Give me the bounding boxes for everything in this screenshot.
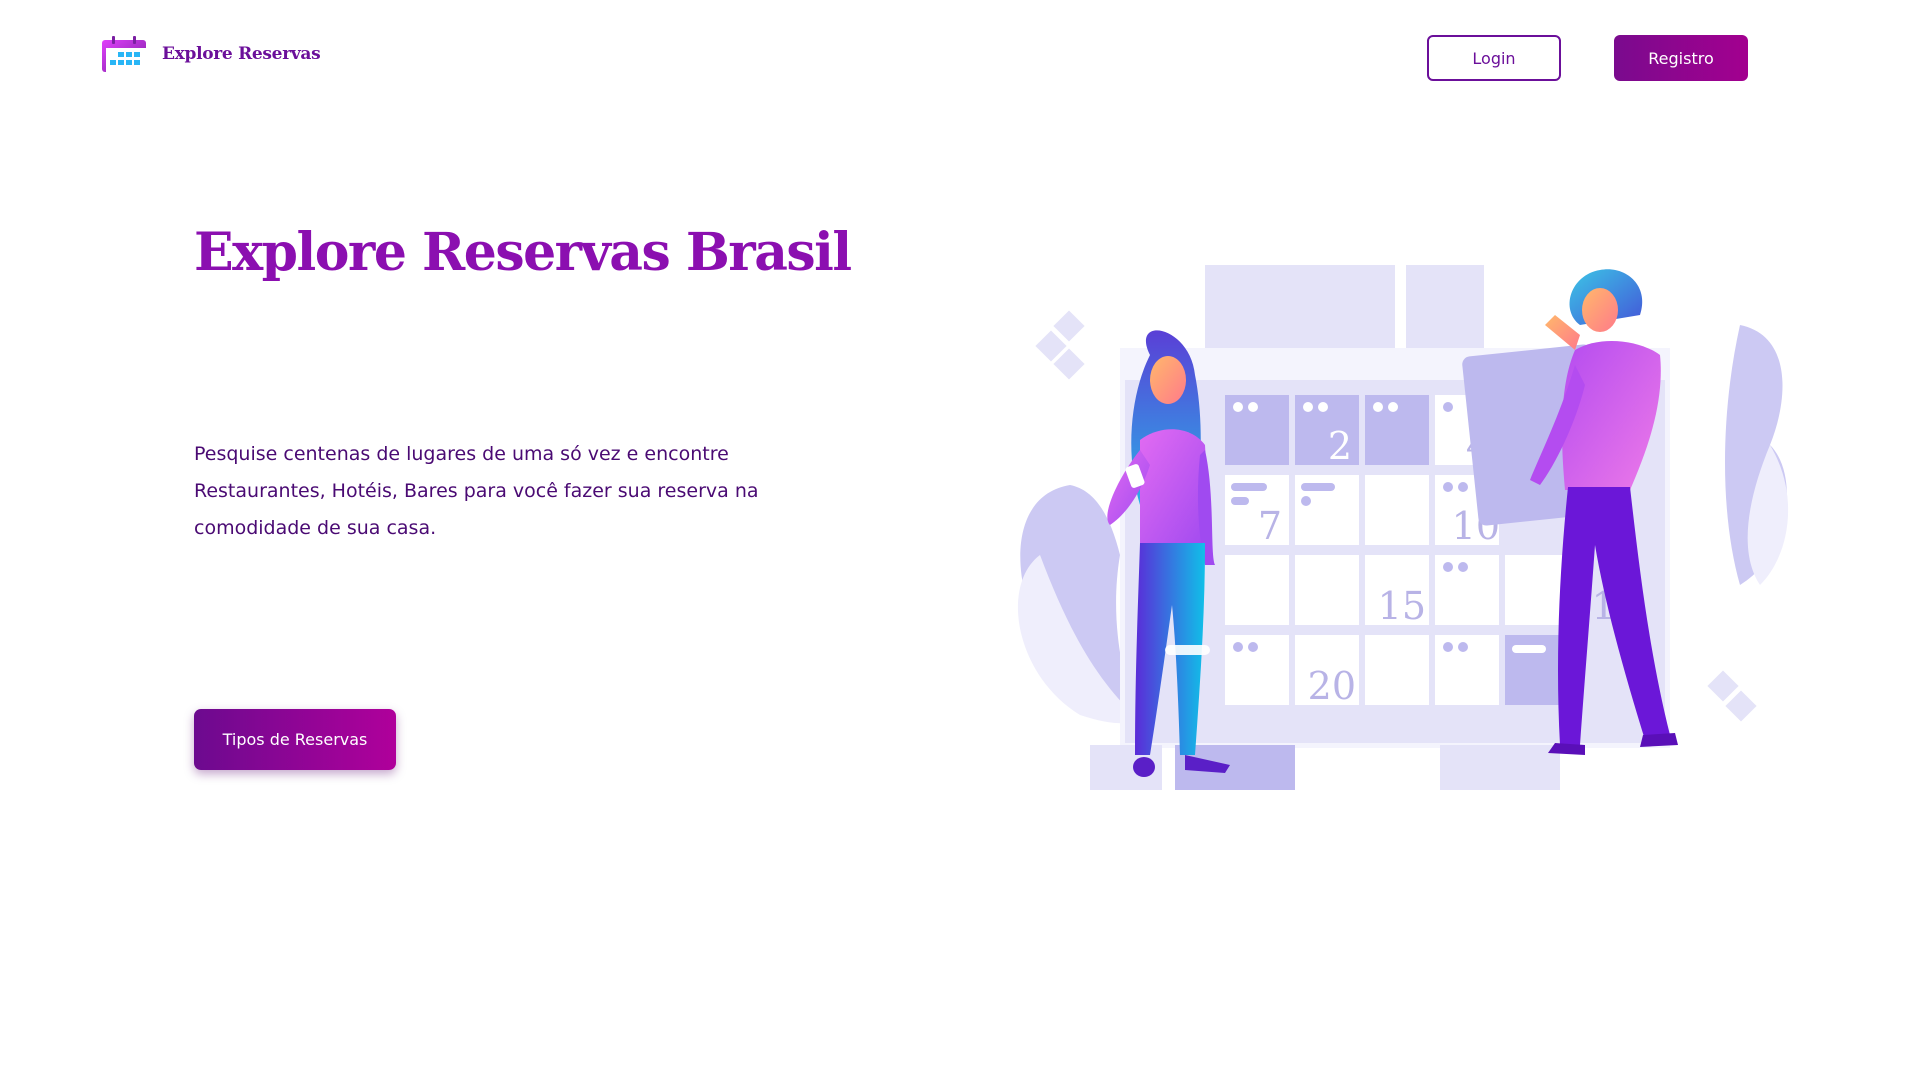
calendar-tab-right <box>1406 265 1484 348</box>
brand[interactable]: Explore Reservas <box>100 34 321 74</box>
calendar-tab-left <box>1205 265 1395 348</box>
diamond-decoration-left <box>1035 310 1085 380</box>
hero-description: Pesquise centenas de lugares de uma só v… <box>194 443 759 539</box>
top-navbar: Explore Reservas Login Registro <box>0 0 1920 120</box>
register-button[interactable]: Registro <box>1614 35 1748 81</box>
calendar-icon <box>102 36 146 72</box>
reservation-types-button[interactable]: Tipos de Reservas <box>194 709 396 770</box>
calendar-number: 2 <box>1328 424 1352 468</box>
calendar-number: 7 <box>1258 504 1282 548</box>
login-button[interactable]: Login <box>1427 35 1561 81</box>
hero-title: Explore Reservas Brasil <box>194 222 852 283</box>
calendar-number: 15 <box>1378 584 1426 628</box>
calendar-number: 20 <box>1308 664 1356 708</box>
brand-name: Explore Reservas <box>162 44 321 64</box>
diamond-decoration-right <box>1707 670 1757 722</box>
calendar-illustration: 2 4 7 10 15 18 20 <box>1017 265 1789 790</box>
leaf-right <box>1725 325 1789 585</box>
